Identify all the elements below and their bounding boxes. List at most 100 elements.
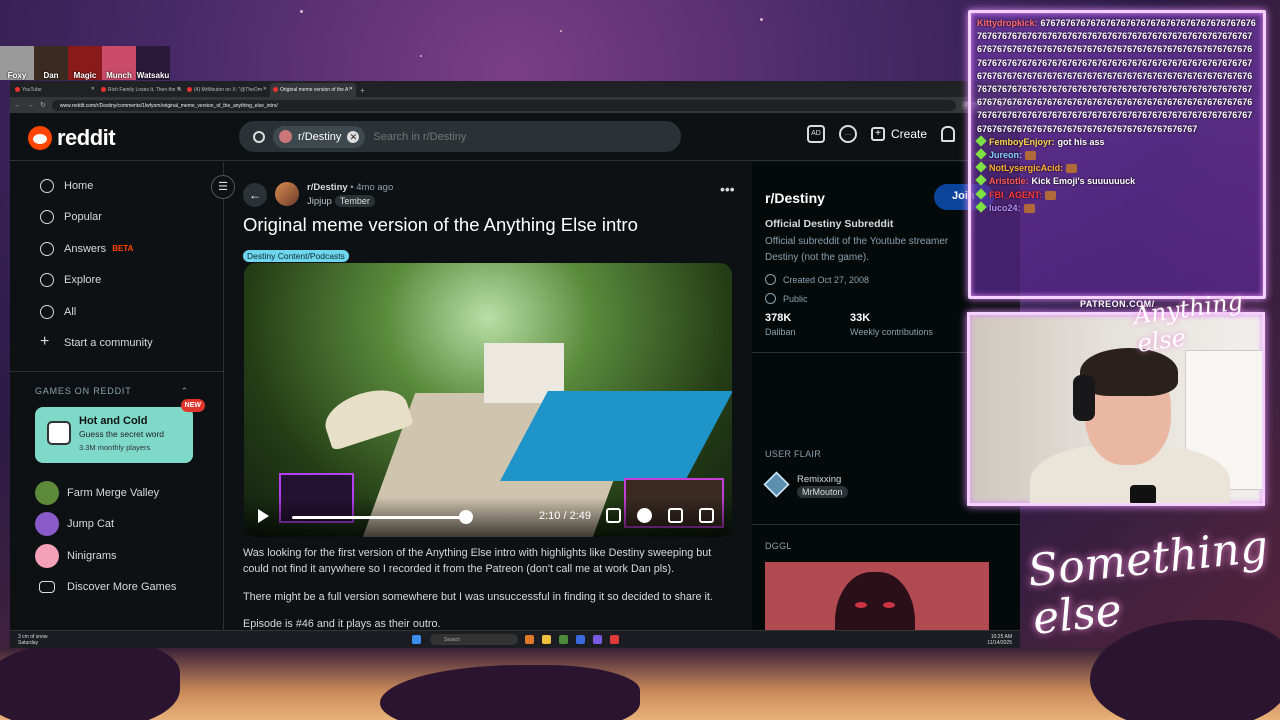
avatar: Watsaku [136, 46, 170, 80]
game-icon [35, 543, 59, 568]
plus-icon: + [40, 333, 50, 351]
sidebar-item-all[interactable]: All [10, 296, 223, 328]
emote-icon [1045, 190, 1057, 200]
chat-username[interactable]: Aristotle: [989, 176, 1029, 186]
chat-message: luco24: [975, 201, 1257, 215]
flair-badge[interactable]: MrMouton [797, 486, 848, 498]
volume-icon[interactable] [699, 508, 714, 523]
close-icon[interactable]: ✕ [177, 86, 181, 92]
chat-username[interactable]: Kittydropkick: [977, 18, 1038, 28]
fullscreen-icon[interactable] [668, 508, 683, 523]
reload-icon[interactable]: ↻ [40, 101, 46, 109]
subreddit-chip[interactable]: r/Destiny ✕ [273, 125, 366, 148]
search-bar[interactable]: r/Destiny ✕ [239, 121, 681, 152]
post-title: Original meme version of the Anything El… [243, 214, 638, 235]
weather-widget[interactable]: 3 cm of snow Saturday [18, 634, 47, 646]
system-clock[interactable]: 10:25 AM 11/14/2025 [987, 634, 1012, 646]
search-icon [253, 130, 265, 143]
new-badge: NEW [180, 399, 205, 412]
firefox-icon[interactable] [525, 635, 534, 644]
search-input[interactable] [373, 130, 634, 143]
advertise-icon[interactable]: AD [807, 125, 825, 143]
chat-username[interactable]: Jureon: [989, 150, 1022, 160]
chat-username[interactable]: luco24: [989, 203, 1021, 213]
popular-icon [40, 210, 54, 225]
new-tab-button[interactable]: + [356, 86, 369, 97]
sidebar-item-answers[interactable]: Answers BETA [10, 233, 223, 265]
monster-eye [883, 602, 895, 608]
clear-icon[interactable]: ✕ [347, 130, 360, 143]
post-subreddit[interactable]: r/Destiny • 4mo ago [307, 182, 393, 193]
star-decoration [560, 30, 562, 32]
captions-icon[interactable] [606, 508, 621, 523]
forward-arrow-icon[interactable]: → [27, 102, 34, 109]
reddit-logo[interactable]: reddit [28, 125, 116, 151]
weekly-contributions: 33K Weekly contributions [850, 312, 933, 337]
windows-taskbar: 3 cm of snow Saturday Search 10:25 AM 11/1… [10, 630, 1020, 648]
back-button[interactable]: ← [243, 183, 267, 207]
headphone-icon [1073, 375, 1095, 421]
user-flair: Tember [334, 195, 375, 207]
collapse-sidebar-button[interactable]: ☰ [211, 175, 235, 199]
tab-youtube[interactable]: YouTube ✕ [12, 83, 98, 97]
bell-icon[interactable] [941, 126, 956, 142]
close-icon[interactable]: ✕ [349, 86, 353, 92]
sidebar-item-popular[interactable]: Popular [10, 202, 223, 234]
sidebar-item-home[interactable]: Home [10, 170, 223, 202]
star-decoration [420, 55, 422, 57]
monster-eye [855, 602, 867, 608]
video-player[interactable]: 2:10 / 2:49 [244, 263, 732, 537]
game-ninigrams[interactable]: Ninigrams [10, 540, 223, 572]
reddit-snoo-icon [28, 126, 52, 150]
emote-icon [1066, 164, 1078, 174]
member-count: 378K Daliban [765, 312, 796, 337]
hot-and-cold-card[interactable]: Hot and Cold Guess the secret word 3.3M … [35, 399, 205, 463]
discover-more-games[interactable]: Discover More Games [10, 572, 223, 604]
app-icon[interactable] [610, 635, 619, 644]
tab-rich-family[interactable]: Rich Family Loses It, Then the % ✕ [98, 83, 184, 97]
discord-icon[interactable] [593, 635, 602, 644]
address-bar-row: ← → ↻ www.reddit.com/r/Destiny/comments/… [10, 97, 1020, 113]
post-flair[interactable]: Destiny Content/Podcasts [243, 250, 349, 262]
close-icon[interactable]: ✕ [91, 86, 95, 92]
taskbar-search[interactable]: Search [430, 634, 518, 645]
flair-username: Remixxing [797, 474, 842, 485]
back-arrow-icon[interactable]: ← [14, 102, 21, 109]
visibility: Public [765, 293, 808, 304]
close-icon[interactable]: ✕ [263, 86, 267, 92]
tab-twitter[interactable]: (4) MrMouton on X: "@TheOm ✕ [184, 83, 270, 97]
game-jump-cat[interactable]: Jump Cat [10, 509, 223, 541]
subreddit-avatar[interactable] [275, 182, 299, 206]
sidebar-item-start-community[interactable]: + Start a community [10, 328, 223, 360]
subreddit-icon [279, 130, 292, 143]
stream-avatar-strip: Foxy Dan Magic Munch Watsaku [0, 46, 170, 80]
chat-icon[interactable]: … [839, 125, 857, 143]
chat-username[interactable]: FemboyEnjoyr: [989, 137, 1055, 147]
video-scrubber-handle[interactable] [459, 510, 474, 524]
avatar: Magic [68, 46, 102, 80]
reddit-header: reddit r/Destiny ✕ AD … + Create [10, 113, 1020, 161]
community-subtitle: Official Destiny Subreddit [765, 218, 894, 230]
answers-icon [40, 241, 54, 256]
settings-icon[interactable] [637, 508, 652, 523]
video-progress-bar[interactable] [292, 516, 467, 519]
windows-start-icon[interactable] [412, 635, 421, 644]
url-input[interactable]: www.reddit.com/r/Destiny/comments/1lwfyo… [51, 99, 956, 111]
game-farm-merge-valley[interactable]: Farm Merge Valley [10, 477, 223, 509]
folder-icon[interactable] [542, 635, 551, 644]
games-section-header[interactable]: GAMES ON REDDIT ⌃ [10, 371, 223, 397]
chat-username[interactable]: FBI_AGENT: [989, 190, 1042, 200]
badge-icon [975, 201, 987, 213]
app-icon[interactable] [559, 635, 568, 644]
create-button[interactable]: + Create [871, 127, 927, 141]
tab-reddit-post[interactable]: Original meme version of the A ✕ [270, 83, 356, 97]
more-options-icon[interactable]: ••• [720, 181, 735, 197]
chat-message: Jureon: [975, 148, 1257, 162]
app-icon[interactable] [576, 635, 585, 644]
post-author[interactable]: Jipjup Tember [307, 195, 375, 207]
play-icon[interactable] [258, 509, 269, 523]
chat-username[interactable]: NotLysergicAcid: [989, 163, 1063, 173]
flair-avatar-icon [763, 471, 790, 498]
avatar: Foxy [0, 46, 34, 80]
sidebar-item-explore[interactable]: Explore [10, 265, 223, 297]
